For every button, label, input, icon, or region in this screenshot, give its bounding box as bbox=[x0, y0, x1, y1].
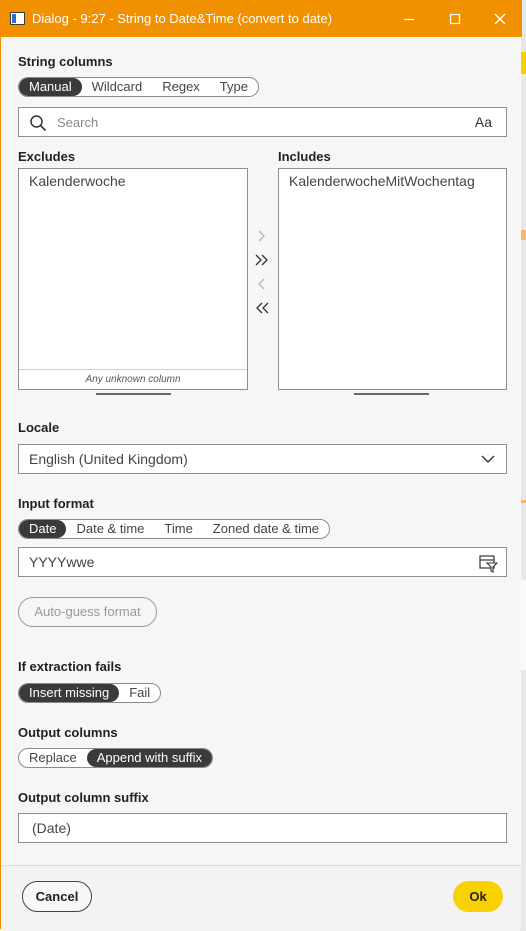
mode-manual[interactable]: Manual bbox=[19, 78, 82, 96]
window-title: Dialog - 9:27 - String to Date&Time (con… bbox=[32, 11, 333, 26]
option-fail[interactable]: Fail bbox=[119, 684, 160, 702]
list-item[interactable]: KalenderwocheMitWochentag bbox=[289, 173, 475, 189]
format-type-zoned-date-time[interactable]: Zoned date & time bbox=[203, 520, 329, 538]
mode-wildcard[interactable]: Wildcard bbox=[82, 78, 153, 96]
app-icon bbox=[10, 12, 25, 25]
option-replace[interactable]: Replace bbox=[19, 749, 87, 767]
excludes-list[interactable]: Kalenderwoche Any unknown column bbox=[18, 168, 248, 390]
maximize-button[interactable] bbox=[432, 0, 478, 37]
maximize-icon bbox=[449, 13, 461, 24]
search-input[interactable]: Search bbox=[57, 115, 98, 130]
case-sensitive-toggle[interactable]: Aa bbox=[475, 114, 492, 130]
close-icon bbox=[494, 13, 506, 24]
auto-guess-format-button[interactable]: Auto-guess format bbox=[18, 597, 157, 627]
dialog-window: Dialog - 9:27 - String to Date&Time (con… bbox=[0, 0, 522, 929]
option-insert-missing[interactable]: Insert missing bbox=[19, 684, 120, 702]
column-selection-mode-switch: Manual Wildcard Regex Type bbox=[18, 77, 259, 97]
format-type-date[interactable]: Date bbox=[19, 520, 67, 538]
minimize-icon bbox=[404, 18, 414, 20]
format-type-time[interactable]: Time bbox=[154, 520, 202, 538]
input-format-label: Input format bbox=[18, 496, 94, 511]
column-search-field[interactable]: Search Aa bbox=[18, 107, 507, 137]
title-bar: Dialog - 9:27 - String to Date&Time (con… bbox=[1, 0, 522, 37]
input-format-type-switch: Date Date & time Time Zoned date & time bbox=[18, 519, 331, 539]
cancel-button[interactable]: Cancel bbox=[22, 881, 92, 912]
mode-regex[interactable]: Regex bbox=[152, 78, 210, 96]
move-right-icon[interactable] bbox=[253, 227, 271, 245]
extraction-fail-switch: Insert missing Fail bbox=[18, 683, 162, 703]
includes-list[interactable]: KalenderwocheMitWochentag bbox=[278, 168, 507, 390]
format-type-date-time[interactable]: Date & time bbox=[66, 520, 154, 538]
if-extraction-fails-label: If extraction fails bbox=[18, 659, 122, 674]
output-suffix-input[interactable]: (Date) bbox=[18, 813, 507, 843]
dialog-content: String columns Manual Wildcard Regex Typ… bbox=[1, 37, 521, 865]
string-columns-label: String columns bbox=[18, 54, 113, 69]
format-picker-icon[interactable] bbox=[478, 553, 498, 573]
locale-dropdown[interactable]: English (United Kingdom) bbox=[18, 444, 507, 474]
move-all-right-icon[interactable] bbox=[253, 251, 271, 269]
input-format-value[interactable]: YYYYwwe bbox=[29, 554, 94, 570]
move-left-icon[interactable] bbox=[253, 275, 271, 293]
input-format-field[interactable]: YYYYwwe bbox=[18, 547, 507, 577]
locale-label: Locale bbox=[18, 420, 60, 435]
excludes-label: Excludes bbox=[18, 149, 76, 164]
unknown-column-placeholder[interactable]: Any unknown column bbox=[19, 369, 247, 389]
output-columns-label: Output columns bbox=[18, 725, 118, 740]
ok-button[interactable]: Ok bbox=[453, 881, 503, 912]
move-all-left-icon[interactable] bbox=[253, 299, 271, 317]
minimize-button[interactable] bbox=[386, 0, 432, 37]
output-suffix-label: Output column suffix bbox=[18, 790, 149, 805]
list-item[interactable]: Kalenderwoche bbox=[29, 173, 126, 189]
output-columns-switch: Replace Append with suffix bbox=[18, 748, 213, 768]
close-button[interactable] bbox=[477, 0, 523, 37]
output-suffix-value[interactable]: (Date) bbox=[32, 820, 71, 836]
excludes-resize-handle[interactable] bbox=[96, 393, 171, 395]
includes-label: Includes bbox=[278, 149, 331, 164]
search-icon bbox=[30, 115, 47, 132]
locale-value: English (United Kingdom) bbox=[29, 451, 188, 467]
option-append-with-suffix[interactable]: Append with suffix bbox=[86, 749, 212, 767]
dialog-footer: Cancel Ok bbox=[1, 865, 521, 929]
includes-resize-handle[interactable] bbox=[354, 393, 429, 395]
mode-type[interactable]: Type bbox=[210, 78, 258, 96]
chevron-down-icon bbox=[481, 455, 495, 463]
